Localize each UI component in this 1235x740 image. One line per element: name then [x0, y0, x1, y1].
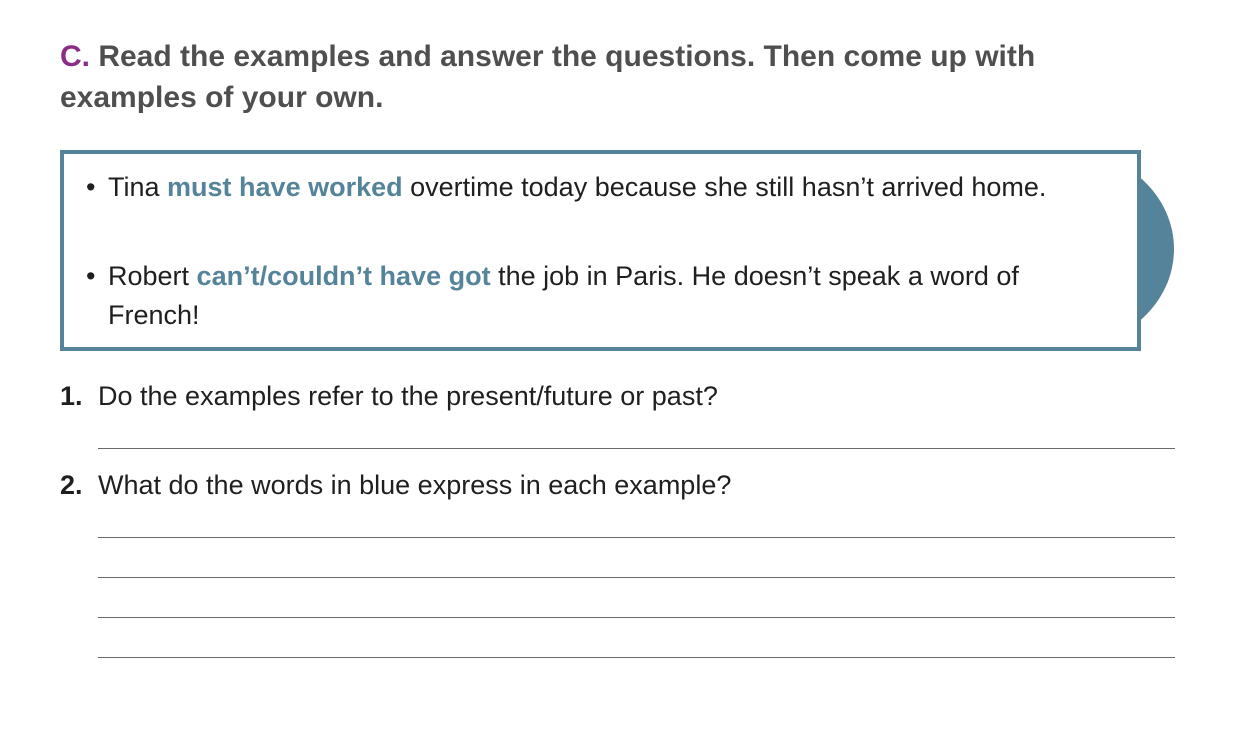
- exercise-instruction: C. Read the examples and answer the ques…: [60, 36, 1180, 118]
- example-text-after: overtime today because she still hasn’t …: [402, 172, 1047, 202]
- example-item: • Tina must have worked overtime today b…: [86, 168, 1096, 207]
- question-number: 2.: [60, 470, 83, 500]
- example-highlight: must have worked: [167, 172, 403, 202]
- question-number: 1.: [60, 381, 83, 411]
- examples-box: • Tina must have worked overtime today b…: [60, 150, 1141, 351]
- bullet-icon: •: [86, 172, 96, 202]
- answer-line-q2-2[interactable]: [98, 577, 1175, 578]
- example-highlight: can’t/couldn’t have got: [196, 261, 491, 291]
- bullet-icon: •: [86, 261, 96, 291]
- answer-line-q2-3[interactable]: [98, 617, 1175, 618]
- example-item: • Robert can’t/couldn’t have got the job…: [86, 257, 1096, 335]
- answer-line-q1[interactable]: [98, 448, 1175, 449]
- question-text: What do the words in blue express in eac…: [98, 470, 732, 500]
- example-text-before: Tina: [108, 172, 168, 202]
- example-text-before: Robert: [108, 261, 197, 291]
- answer-line-q2-4[interactable]: [98, 657, 1175, 658]
- question-2: 2. What do the words in blue express in e…: [60, 468, 731, 502]
- instruction-text: Read the examples and answer the questio…: [60, 40, 1036, 114]
- question-1: 1. Do the examples refer to the present/f…: [60, 379, 718, 413]
- answer-line-q2-1[interactable]: [98, 537, 1175, 538]
- example-text: Robert can’t/couldn’t have got the job i…: [86, 257, 1096, 335]
- example-text: Tina must have worked overtime today bec…: [86, 168, 1096, 207]
- exercise-letter: C.: [60, 40, 90, 73]
- question-text: Do the examples refer to the present/fut…: [98, 381, 718, 411]
